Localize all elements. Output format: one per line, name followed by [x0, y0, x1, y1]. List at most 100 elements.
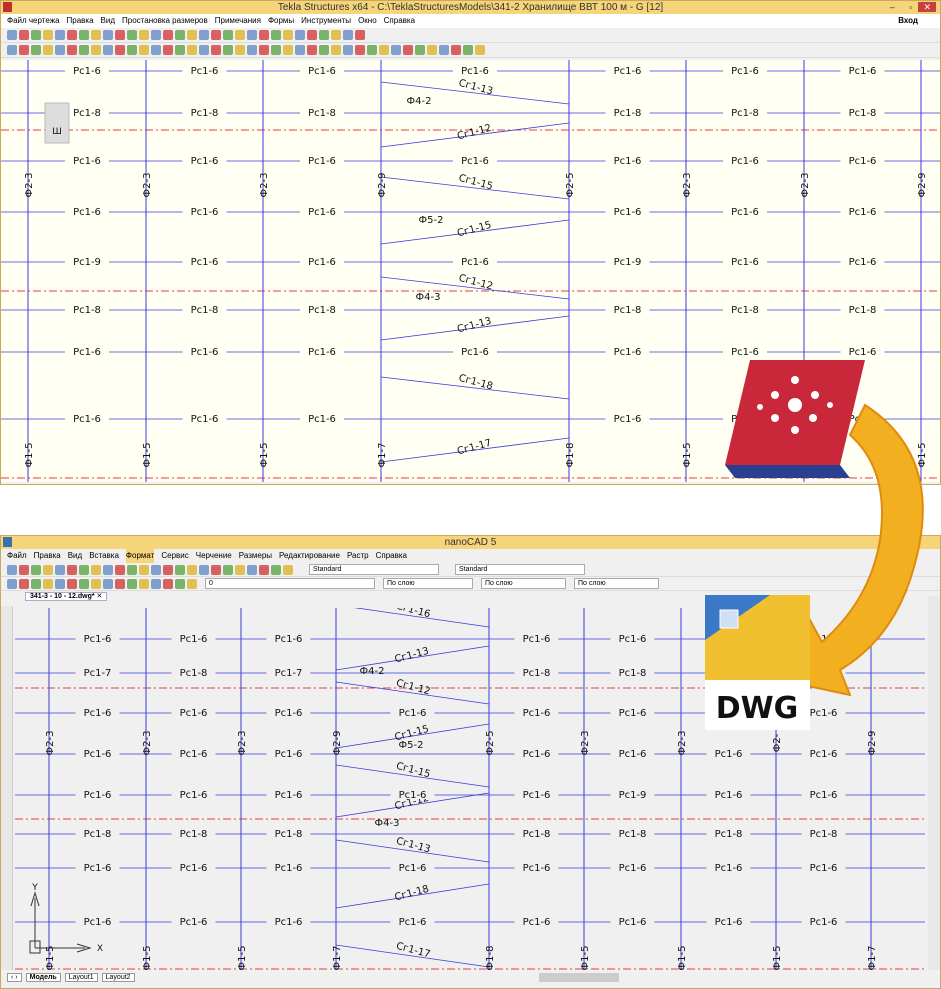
- linetype-select[interactable]: По слою: [481, 578, 566, 589]
- menu-item[interactable]: Правка: [67, 14, 94, 28]
- toolbar-button[interactable]: [127, 30, 137, 40]
- menu-item[interactable]: Сервис: [161, 549, 188, 563]
- toolbar-button[interactable]: [103, 30, 113, 40]
- toolbar-button[interactable]: [151, 578, 161, 589]
- toolbar-button[interactable]: [199, 45, 209, 55]
- text-style-select[interactable]: Standard: [309, 564, 439, 575]
- tab-model[interactable]: Модель: [25, 973, 61, 982]
- layer-select[interactable]: 0: [205, 578, 375, 589]
- menu-item[interactable]: Черчение: [196, 549, 232, 563]
- toolbar-button[interactable]: [55, 578, 65, 589]
- toolbar-button[interactable]: [427, 45, 437, 55]
- toolbar-button[interactable]: [163, 45, 173, 55]
- toolbar-button[interactable]: [343, 45, 353, 55]
- toolbar-button[interactable]: [7, 564, 17, 575]
- toolbar-button[interactable]: [331, 45, 341, 55]
- toolbar-button[interactable]: [319, 45, 329, 55]
- toolbar-button[interactable]: [223, 30, 233, 40]
- menu-item[interactable]: Формат: [125, 549, 155, 563]
- toolbar-button[interactable]: [79, 30, 89, 40]
- lineweight-select[interactable]: По слою: [574, 578, 659, 589]
- toolbar-button[interactable]: [163, 578, 173, 589]
- toolbar-button[interactable]: [115, 564, 125, 575]
- left-tool-palette[interactable]: [1, 606, 13, 971]
- toolbar-button[interactable]: [403, 45, 413, 55]
- toolbar-button[interactable]: [79, 578, 89, 589]
- toolbar-button[interactable]: [259, 45, 269, 55]
- toolbar-button[interactable]: [187, 578, 197, 589]
- toolbar-button[interactable]: [415, 45, 425, 55]
- toolbar-button[interactable]: [175, 578, 185, 589]
- toolbar-button[interactable]: [31, 45, 41, 55]
- toolbar-button[interactable]: [103, 564, 113, 575]
- menu-item[interactable]: Справка: [376, 549, 407, 563]
- tab-layout1[interactable]: Layout1: [64, 973, 98, 982]
- toolbar-button[interactable]: [139, 564, 149, 575]
- toolbar-button[interactable]: [19, 578, 29, 589]
- horizontal-scrollbar[interactable]: [538, 973, 619, 982]
- menu-item[interactable]: Редактирование: [279, 549, 340, 563]
- doc-tab[interactable]: 341-3 - 10 - 12.dwg* ✕: [25, 592, 108, 601]
- toolbar-button[interactable]: [283, 45, 293, 55]
- toolbar-button[interactable]: [319, 30, 329, 40]
- toolbar-button[interactable]: [379, 45, 389, 55]
- toolbar-button[interactable]: [283, 564, 293, 575]
- toolbar-button[interactable]: [187, 45, 197, 55]
- toolbar-button[interactable]: [199, 564, 209, 575]
- toolbar-button[interactable]: [295, 30, 305, 40]
- toolbar-button[interactable]: [307, 45, 317, 55]
- toolbar-button[interactable]: [151, 564, 161, 575]
- toolbar-button[interactable]: [31, 30, 41, 40]
- menu-item[interactable]: Правка: [34, 549, 61, 563]
- toolbar-button[interactable]: [67, 45, 77, 55]
- toolbar-button[interactable]: [31, 564, 41, 575]
- toolbar-button[interactable]: [463, 45, 473, 55]
- toolbar-button[interactable]: [103, 578, 113, 589]
- toolbar-button[interactable]: [79, 564, 89, 575]
- toolbar-button[interactable]: [259, 30, 269, 40]
- toolbar-button[interactable]: [115, 30, 125, 40]
- toolbar-button[interactable]: [355, 45, 365, 55]
- menu-item[interactable]: Размеры: [239, 549, 272, 563]
- toolbar-button[interactable]: [31, 578, 41, 589]
- toolbar-button[interactable]: [283, 30, 293, 40]
- toolbar-button[interactable]: [271, 564, 281, 575]
- toolbar-button[interactable]: [127, 564, 137, 575]
- tab-nav[interactable]: ‹ ›: [7, 973, 22, 982]
- toolbar-button[interactable]: [331, 30, 341, 40]
- toolbar-button[interactable]: [391, 45, 401, 55]
- toolbar-button[interactable]: [175, 30, 185, 40]
- toolbar-button[interactable]: [7, 30, 17, 40]
- toolbar-button[interactable]: [43, 564, 53, 575]
- login-button[interactable]: Вход: [898, 14, 918, 28]
- toolbar-button[interactable]: [67, 30, 77, 40]
- toolbar-button[interactable]: [139, 45, 149, 55]
- dim-style-select[interactable]: Standard: [455, 564, 585, 575]
- menu-item[interactable]: Окно: [358, 14, 377, 28]
- toolbar-button[interactable]: [271, 30, 281, 40]
- toolbar-button[interactable]: [163, 564, 173, 575]
- toolbar-button[interactable]: [67, 578, 77, 589]
- color-select[interactable]: По слою: [383, 578, 473, 589]
- toolbar-button[interactable]: [91, 578, 101, 589]
- toolbar-button[interactable]: [475, 45, 485, 55]
- toolbar-button[interactable]: [7, 578, 17, 589]
- toolbar-button[interactable]: [43, 45, 53, 55]
- toolbar-button[interactable]: [223, 45, 233, 55]
- toolbar-button[interactable]: [43, 578, 53, 589]
- toolbar-button[interactable]: [247, 30, 257, 40]
- toolbar-button[interactable]: [55, 564, 65, 575]
- menu-item[interactable]: Файл: [7, 549, 27, 563]
- toolbar-button[interactable]: [235, 45, 245, 55]
- toolbar-button[interactable]: [295, 45, 305, 55]
- toolbar-button[interactable]: [439, 45, 449, 55]
- toolbar-button[interactable]: [139, 30, 149, 40]
- toolbar-button[interactable]: [343, 30, 353, 40]
- toolbar-button[interactable]: [187, 564, 197, 575]
- menu-item[interactable]: Формы: [268, 14, 294, 28]
- toolbar-button[interactable]: [79, 45, 89, 55]
- toolbar-button[interactable]: [115, 45, 125, 55]
- toolbar-button[interactable]: [55, 30, 65, 40]
- toolbar-button[interactable]: [127, 578, 137, 589]
- toolbar-button[interactable]: [211, 564, 221, 575]
